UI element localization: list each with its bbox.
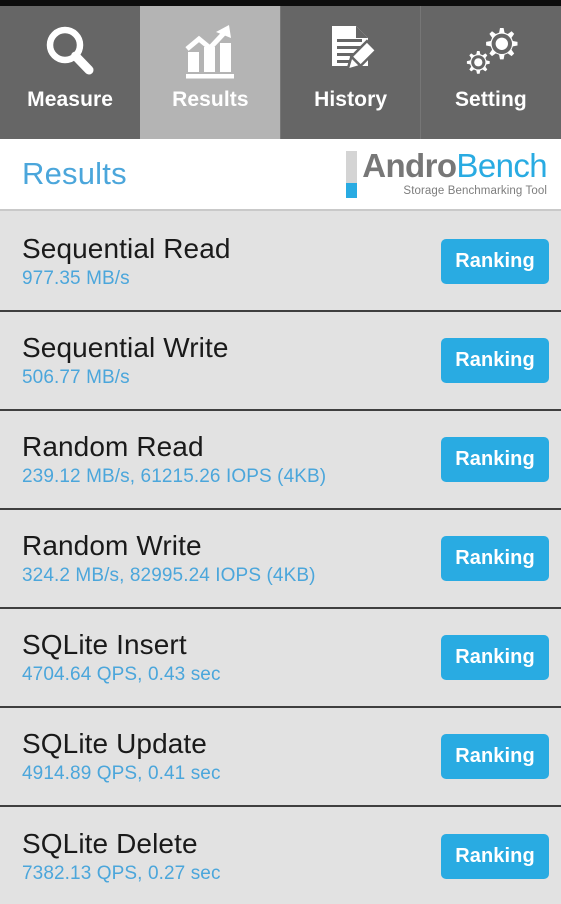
result-name: Random Read [22,431,204,462]
app-root: Measure Results History Setting Results … [0,0,561,904]
ranking-button[interactable]: Ranking [441,437,549,482]
tab-setting-label: Setting [454,88,527,111]
result-texts: Random Read 239.12 MB/s, 61215.26 IOPS (… [22,430,326,489]
page-header: Results AndroBench Storage Benchmarking … [0,139,561,211]
tab-results[interactable]: Results [140,6,281,139]
logo-accent-bar [346,151,358,198]
tab-history-label: History [314,88,388,111]
logo-bar-top [346,151,358,183]
logo-text: AndroBench Storage Benchmarking Tool [362,149,547,198]
result-row-random-read: Random Read 239.12 MB/s, 61215.26 IOPS (… [0,411,561,510]
result-texts: SQLite Delete 7382.13 QPS, 0.27 sec [22,827,221,886]
ranking-button[interactable]: Ranking [441,536,549,581]
logo-word-andro: Andro [362,147,457,184]
result-texts: Sequential Read 977.35 MB/s [22,232,231,291]
result-name: Random Write [22,530,202,561]
page-title: Results [22,156,127,191]
result-value: 4914.89 QPS, 0.41 sec [22,763,221,784]
logo-bar-bottom [346,183,358,198]
tab-measure-label: Measure [27,88,114,111]
main-tabbar: Measure Results History Setting [0,6,561,139]
tab-measure[interactable]: Measure [0,6,141,139]
tab-history[interactable]: History [280,6,422,139]
androbench-logo: AndroBench Storage Benchmarking Tool [346,149,548,198]
ranking-button[interactable]: Ranking [441,338,549,383]
magnifier-icon [34,20,106,82]
result-value: 977.35 MB/s [22,268,130,289]
ranking-button[interactable]: Ranking [441,635,549,680]
result-name: SQLite Update [22,728,207,759]
result-texts: SQLite Insert 4704.64 QPS, 0.43 sec [22,628,221,687]
result-texts: Random Write 324.2 MB/s, 82995.24 IOPS (… [22,529,316,588]
result-row-sequential-read: Sequential Read 977.35 MB/s Ranking [0,213,561,312]
result-value: 239.12 MB/s, 61215.26 IOPS (4KB) [22,466,327,487]
result-value: 324.2 MB/s, 82995.24 IOPS (4KB) [22,565,316,586]
result-value: 4704.64 QPS, 0.43 sec [22,664,221,685]
ranking-button[interactable]: Ranking [441,239,549,284]
result-row-sqlite-insert: SQLite Insert 4704.64 QPS, 0.43 sec Rank… [0,609,561,708]
ranking-button[interactable]: Ranking [441,734,549,779]
bar-chart-icon [174,20,246,82]
document-pencil-icon [315,20,387,82]
results-list: Sequential Read 977.35 MB/s Ranking Sequ… [0,213,561,904]
logo-word-bench: Bench [456,147,547,184]
result-name: Sequential Read [22,233,231,264]
tab-setting[interactable]: Setting [420,6,561,139]
result-name: SQLite Delete [22,828,198,859]
result-texts: SQLite Update 4914.89 QPS, 0.41 sec [22,727,221,786]
result-name: Sequential Write [22,332,229,363]
ranking-button[interactable]: Ranking [441,834,549,879]
tab-results-label: Results [172,88,249,111]
result-value: 7382.13 QPS, 0.27 sec [22,863,221,884]
logo-wordmark: AndroBench [362,149,547,183]
result-texts: Sequential Write 506.77 MB/s [22,331,229,390]
logo-tagline: Storage Benchmarking Tool [403,185,547,197]
result-row-sqlite-delete: SQLite Delete 7382.13 QPS, 0.27 sec Rank… [0,807,561,904]
result-row-sqlite-update: SQLite Update 4914.89 QPS, 0.41 sec Rank… [0,708,561,807]
result-value: 506.77 MB/s [22,367,130,388]
gears-icon [455,20,527,82]
result-row-random-write: Random Write 324.2 MB/s, 82995.24 IOPS (… [0,510,561,609]
result-name: SQLite Insert [22,629,187,660]
result-row-sequential-write: Sequential Write 506.77 MB/s Ranking [0,312,561,411]
